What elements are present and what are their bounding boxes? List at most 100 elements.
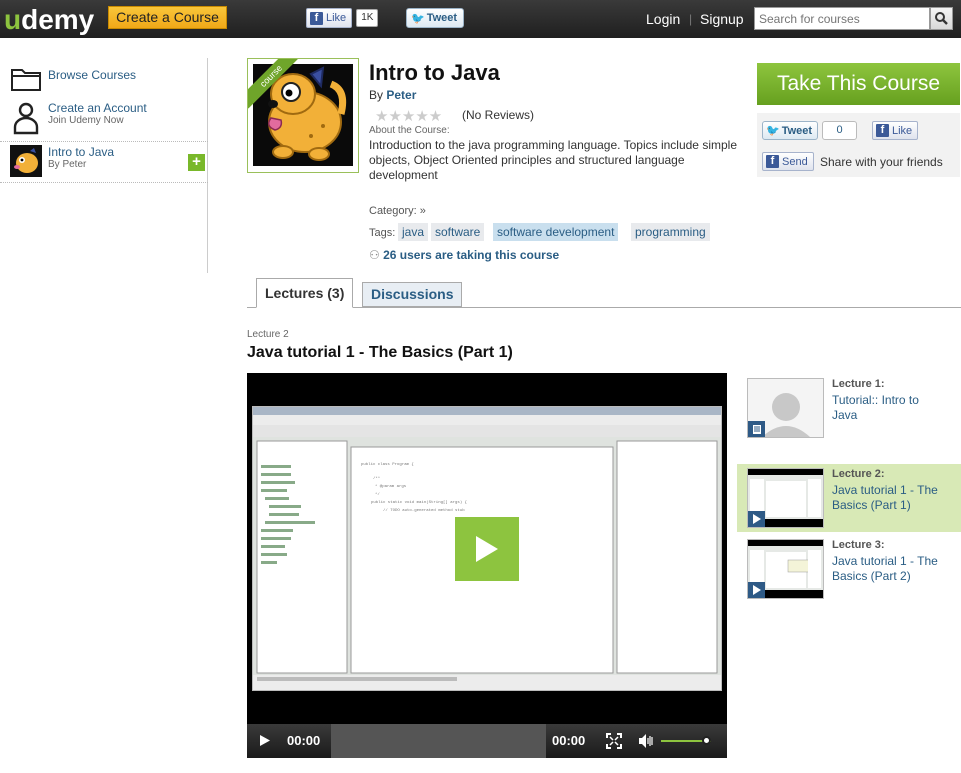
sidebar-item-create-account[interactable]: Create an Account Join Udemy Now bbox=[10, 101, 147, 135]
twitter-bird-icon: 🐦 bbox=[411, 12, 425, 25]
facebook-icon: f bbox=[766, 155, 779, 168]
enrolled-users-link[interactable]: ⚇ 26 users are taking this course bbox=[369, 248, 559, 262]
tag-software-development[interactable]: software development bbox=[493, 223, 619, 241]
current-time: 00:00 bbox=[287, 733, 321, 748]
lecture-list-item-3[interactable]: Lecture 3: Java tutorial 1 - The Basics … bbox=[737, 535, 961, 603]
svg-text:* @param args: * @param args bbox=[375, 484, 407, 489]
join-udemy-label: Join Udemy Now bbox=[48, 115, 124, 126]
course-author-line: By Peter bbox=[369, 88, 416, 102]
volume-icon[interactable] bbox=[638, 733, 654, 749]
play-video-button[interactable] bbox=[455, 517, 519, 581]
lecture-3-number: Lecture 3: bbox=[832, 539, 885, 551]
tag-java[interactable]: java bbox=[398, 223, 429, 241]
left-sidebar: Browse Courses Create an Account Join Ud… bbox=[0, 58, 208, 273]
document-icon bbox=[752, 424, 761, 434]
create-account-label: Create an Account bbox=[48, 101, 147, 115]
course-description: Introduction to the java programming lan… bbox=[369, 138, 737, 182]
seek-bar[interactable] bbox=[331, 724, 546, 758]
rating-stars[interactable]: ★★★★★ bbox=[375, 107, 442, 125]
like-label: Like bbox=[892, 124, 913, 137]
video-controls: 00:00 00:00 bbox=[247, 724, 727, 758]
take-this-course-button[interactable]: Take This Course bbox=[757, 63, 960, 105]
browse-courses-label: Browse Courses bbox=[48, 68, 137, 82]
sidebar-course-author: By Peter bbox=[48, 159, 87, 170]
course-title: Intro to Java bbox=[369, 60, 500, 85]
play-icon bbox=[476, 536, 498, 562]
facebook-like-button-share[interactable]: f Like bbox=[872, 121, 919, 140]
create-course-button[interactable]: Create a Course bbox=[108, 6, 227, 29]
total-time: 00:00 bbox=[552, 733, 586, 748]
facebook-icon: f bbox=[310, 11, 323, 25]
facebook-like-button[interactable]: f Like bbox=[306, 8, 353, 28]
current-lecture-title: Java tutorial 1 - The Basics (Part 1) bbox=[247, 344, 513, 361]
svg-text:udemy: udemy bbox=[4, 4, 95, 35]
person-icon bbox=[13, 102, 39, 135]
volume-slider-handle[interactable] bbox=[702, 736, 711, 745]
tag-software[interactable]: software bbox=[431, 223, 485, 241]
video-badge bbox=[748, 511, 765, 527]
tag-programming[interactable]: programming bbox=[631, 223, 710, 241]
tags-label: Tags: bbox=[369, 227, 396, 239]
author-link[interactable]: Peter bbox=[386, 88, 416, 102]
lecture-list-item-1[interactable]: Lecture 1: Tutorial:: Intro to Java bbox=[737, 374, 961, 442]
tweet-button[interactable]: 🐦 Tweet bbox=[762, 121, 819, 140]
facebook-send-button[interactable]: f Send bbox=[762, 152, 814, 171]
add-course-button[interactable]: + bbox=[188, 154, 205, 171]
current-lecture-number: Lecture 2 bbox=[247, 329, 289, 340]
video-badge bbox=[748, 582, 765, 598]
svg-text:*/: */ bbox=[375, 492, 380, 497]
reviews-count: (No Reviews) bbox=[462, 108, 535, 122]
lecture-list-item-2[interactable]: Lecture 2: Java tutorial 1 - The Basics … bbox=[737, 464, 961, 532]
tab-divider bbox=[247, 307, 961, 308]
send-label: Send bbox=[782, 155, 808, 168]
login-link[interactable]: Login bbox=[646, 11, 680, 27]
signup-link[interactable]: Signup bbox=[700, 11, 744, 27]
course-image: course bbox=[247, 58, 359, 173]
tab-discussions[interactable]: Discussions bbox=[362, 282, 463, 307]
svg-text:/**: /** bbox=[373, 476, 380, 481]
svg-text:// TODO auto-generated method: // TODO auto-generated method stub bbox=[383, 508, 465, 513]
lecture-3-title[interactable]: Java tutorial 1 - The Basics (Part 2) bbox=[832, 554, 942, 584]
about-course-label: About the Course: bbox=[369, 125, 450, 136]
nav-separator: | bbox=[689, 12, 693, 26]
tweet-count: 0 bbox=[822, 121, 857, 140]
control-play-icon[interactable] bbox=[259, 734, 271, 747]
facebook-like-count: 1K bbox=[356, 9, 379, 27]
play-icon bbox=[753, 585, 761, 595]
facebook-like-label: Like bbox=[326, 12, 347, 24]
svg-text:public static void main(String: public static void main(String[] args) { bbox=[371, 500, 468, 505]
search-button[interactable] bbox=[930, 7, 953, 30]
twitter-bird-icon: 🐦 bbox=[766, 125, 780, 137]
lecture-1-thumbnail bbox=[747, 378, 824, 438]
category-label: Category: bbox=[369, 205, 417, 217]
course-thumbnail-small bbox=[10, 145, 42, 177]
tweet-label: Tweet bbox=[426, 12, 458, 24]
udemy-logo[interactable]: udemy bbox=[4, 3, 100, 35]
folder-icon bbox=[11, 69, 41, 91]
fullscreen-icon[interactable] bbox=[606, 733, 622, 749]
facebook-like-widget: f Like 1K bbox=[306, 8, 379, 28]
tab-lectures[interactable]: Lectures (3) bbox=[256, 278, 354, 308]
document-badge bbox=[748, 421, 765, 437]
play-icon bbox=[753, 514, 761, 524]
svg-text:public class Program {: public class Program { bbox=[361, 462, 414, 467]
top-bar: udemy Create a Course f Like 1K 🐦 Tweet … bbox=[0, 0, 961, 38]
sidebar-item-browse[interactable]: Browse Courses bbox=[10, 66, 136, 92]
lecture-1-title[interactable]: Tutorial:: Intro to Java bbox=[832, 393, 942, 423]
tweet-button-top[interactable]: 🐦 Tweet bbox=[406, 8, 465, 28]
sidebar-course-title: Intro to Java bbox=[48, 145, 115, 159]
lecture-2-number: Lecture 2: bbox=[832, 468, 885, 480]
users-icon: ⚇ bbox=[369, 248, 380, 262]
tweet-button-label: Tweet bbox=[781, 124, 813, 137]
lecture-2-thumbnail bbox=[747, 468, 824, 528]
category-line: Category: » bbox=[369, 205, 426, 217]
category-value[interactable]: » bbox=[420, 205, 426, 217]
share-with-friends-text: Share with your friends bbox=[820, 155, 943, 169]
by-label: By bbox=[369, 88, 384, 102]
sidebar-item-course[interactable]: Intro to Java By Peter + bbox=[0, 141, 208, 183]
search-icon bbox=[935, 12, 948, 25]
lecture-2-title[interactable]: Java tutorial 1 - The Basics (Part 1) bbox=[832, 483, 942, 513]
lecture-3-thumbnail bbox=[747, 539, 824, 599]
search-input[interactable] bbox=[754, 7, 930, 30]
enrolled-users-label: 26 users are taking this course bbox=[383, 248, 560, 262]
